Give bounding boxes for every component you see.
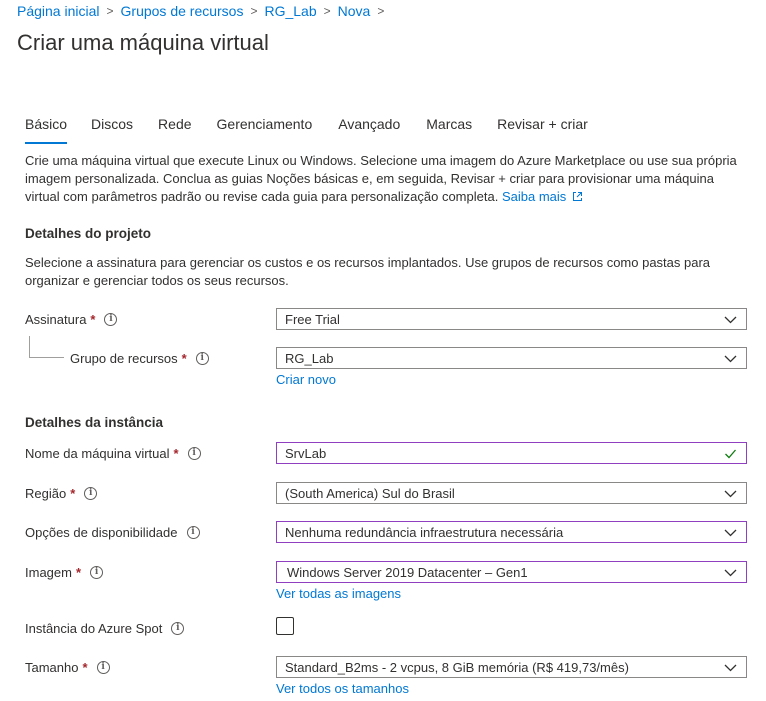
breadcrumb: Página inicial > Grupos de recursos > RG… (17, 3, 391, 19)
tab-network[interactable]: Rede (158, 116, 191, 142)
chevron-down-icon (724, 569, 737, 577)
resource-group-label: Grupo de recursos * i (70, 351, 209, 366)
vm-name-label: Nome da máquina virtual * i (25, 446, 201, 461)
availability-value: Nenhuma redundância infraestrutura neces… (285, 524, 564, 540)
chevron-right-icon: > (377, 4, 385, 18)
info-icon[interactable]: i (195, 352, 209, 365)
resource-group-select[interactable]: RG_Lab (276, 347, 747, 369)
tree-connector (29, 357, 64, 358)
size-label: Tamanho * i (25, 660, 110, 675)
breadcrumb-resource-groups[interactable]: Grupos de recursos (121, 3, 244, 19)
info-icon[interactable]: i (187, 447, 201, 460)
project-details-title: Detalhes do projeto (25, 226, 152, 241)
region-select[interactable]: (South America) Sul do Brasil (276, 482, 747, 504)
region-value: (South America) Sul do Brasil (285, 485, 455, 501)
required-marker: * (75, 565, 82, 580)
required-marker: * (173, 446, 179, 461)
breadcrumb-new[interactable]: Nova (338, 3, 371, 19)
info-icon[interactable]: i (171, 622, 185, 635)
info-icon[interactable]: i (96, 661, 110, 674)
chevron-right-icon: > (323, 4, 331, 18)
required-marker: * (181, 351, 187, 366)
chevron-right-icon: > (250, 4, 258, 18)
availability-label: Opções de disponibilidade i (25, 525, 200, 540)
subscription-select[interactable]: Free Trial (276, 308, 747, 330)
spot-checkbox[interactable] (276, 617, 294, 635)
project-description: Selecione a assinatura para gerenciar os… (25, 255, 711, 288)
vm-name-input[interactable]: SrvLab (276, 442, 747, 464)
tab-disks[interactable]: Discos (91, 116, 133, 142)
required-marker: * (82, 660, 88, 675)
image-select[interactable]: Windows Server 2019 Datacenter – Gen1 (276, 561, 747, 583)
tab-advanced[interactable]: Avançado (338, 116, 400, 142)
checkmark-icon (725, 449, 736, 459)
chevron-down-icon (724, 316, 737, 324)
region-label: Região * i (25, 486, 98, 501)
breadcrumb-home[interactable]: Página inicial (17, 3, 100, 19)
chevron-down-icon (724, 490, 737, 498)
tab-tags[interactable]: Marcas (426, 116, 472, 142)
required-marker: * (70, 486, 76, 501)
chevron-right-icon: > (106, 4, 114, 18)
intro-text: Crie uma máquina virtual que execute Lin… (25, 153, 737, 204)
spot-label: Instância do Azure Spot i (25, 621, 185, 636)
tab-management[interactable]: Gerenciamento (217, 116, 313, 142)
instance-details-title: Detalhes da instância (25, 415, 164, 430)
intro-paragraph: Crie uma máquina virtual que execute Lin… (25, 152, 745, 206)
info-icon[interactable]: i (104, 313, 118, 326)
see-all-images-link[interactable]: Ver todas as imagens (276, 586, 401, 601)
required-marker: * (90, 312, 96, 327)
page-title: Criar uma máquina virtual (17, 30, 269, 55)
tab-basics[interactable]: Básico (25, 116, 68, 144)
info-icon[interactable]: i (90, 566, 104, 579)
chevron-down-icon (724, 355, 737, 363)
breadcrumb-rg-lab[interactable]: RG_Lab (264, 3, 316, 19)
external-link-icon (572, 192, 582, 201)
vm-name-value: SrvLab (285, 445, 327, 461)
tab-review-create[interactable]: Revisar + criar (497, 116, 588, 142)
size-value: Standard_B2ms - 2 vcpus, 8 GiB memória (… (285, 659, 629, 675)
tab-bar: Básico Discos Rede Gerenciamento Avançad… (25, 116, 588, 144)
learn-more-link[interactable]: Saiba mais (502, 189, 583, 204)
info-icon[interactable]: i (84, 487, 98, 500)
subscription-value: Free Trial (285, 311, 340, 327)
create-new-link[interactable]: Criar novo (276, 372, 336, 387)
image-value: Windows Server 2019 Datacenter – Gen1 (287, 564, 528, 580)
tree-connector (29, 336, 30, 358)
chevron-down-icon (724, 529, 737, 537)
resource-group-value: RG_Lab (285, 350, 334, 366)
availability-select[interactable]: Nenhuma redundância infraestrutura neces… (276, 521, 747, 543)
info-icon[interactable]: i (186, 526, 200, 539)
image-label: Imagem * i (25, 565, 104, 580)
chevron-down-icon (724, 664, 737, 672)
subscription-label: Assinatura * i (25, 312, 118, 327)
size-select[interactable]: Standard_B2ms - 2 vcpus, 8 GiB memória (… (276, 656, 747, 678)
see-all-sizes-link[interactable]: Ver todos os tamanhos (276, 681, 409, 696)
